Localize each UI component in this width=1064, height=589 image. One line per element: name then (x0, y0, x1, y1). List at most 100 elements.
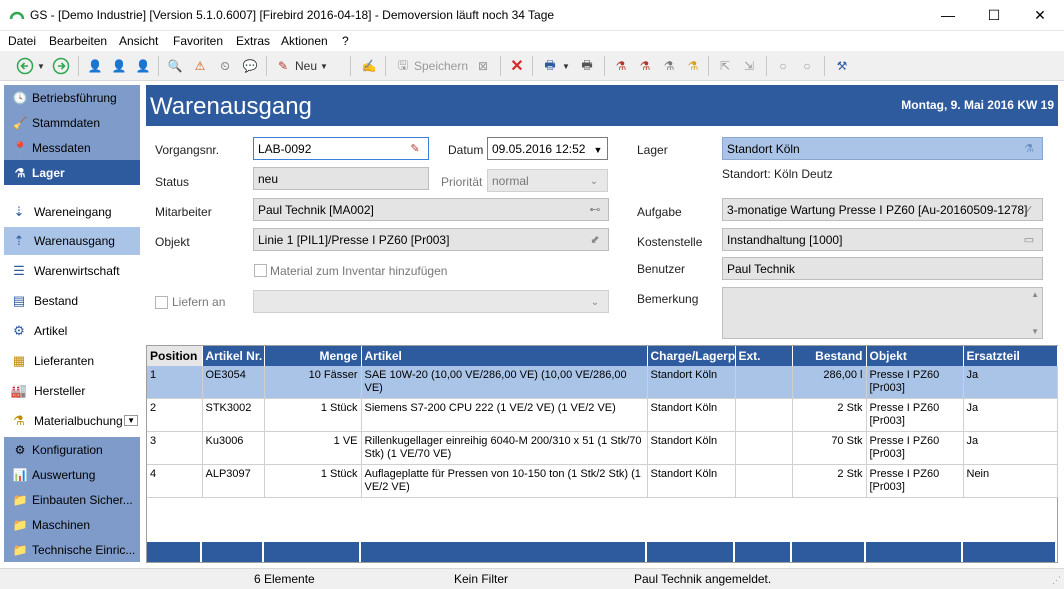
menu-extras[interactable]: Extras (236, 34, 270, 48)
chevron-down-icon[interactable]: ▼ (124, 415, 138, 426)
circle-option-icon[interactable]: ○ (796, 55, 818, 77)
circle-option-icon[interactable]: ○ (772, 55, 794, 77)
nav-group-messdaten[interactable]: 📍 Messdaten (4, 135, 140, 160)
table-row[interactable]: 4 ALP3097 1 Stück Auflageplatte für Pres… (147, 464, 1058, 498)
bemerkung-textarea[interactable]: ▲ ▼ (722, 287, 1043, 339)
column-header-objekt[interactable]: Objekt (866, 346, 964, 366)
cell-ext (735, 431, 793, 465)
nav-group-lager[interactable]: ⚗ Lager (4, 160, 140, 185)
column-header-ext[interactable]: Ext. (735, 346, 793, 366)
minimize-button[interactable]: — (925, 0, 971, 31)
column-header-menge[interactable]: Menge (264, 346, 362, 366)
liefern-select[interactable]: ⌄ (253, 290, 609, 313)
nav-group-konfiguration[interactable]: ⚙ Konfiguration (4, 437, 140, 462)
nav-group-technische-einrichtungen[interactable]: 📁 Technische Einric... (4, 537, 140, 562)
menu-bearbeiten[interactable]: Bearbeiten (49, 34, 107, 48)
24h-icon[interactable]: ⏲ (214, 55, 236, 77)
print-icon[interactable]: 🖶 (539, 55, 561, 77)
new-document-icon[interactable]: ✎ (272, 55, 294, 77)
new-dropdown-icon[interactable]: ▼ (319, 55, 329, 77)
tools-icon[interactable]: ⚒ (831, 55, 853, 77)
column-header-charge[interactable]: Charge/Lagerpl (647, 346, 736, 366)
maximize-button[interactable]: ☐ (971, 0, 1017, 31)
stock-booking-icon[interactable]: ⚗ (682, 55, 704, 77)
kostenstelle-value: Instandhaltung [1000] (727, 233, 843, 247)
sidebar-item-lieferanten[interactable]: ▦ Lieferanten (4, 347, 140, 375)
user-info-icon[interactable]: 👤 (132, 55, 154, 77)
sidebar-item-materialbuchung[interactable]: ⚗ Materialbuchung ▼ (4, 407, 140, 435)
task-lookup-icon[interactable]: ✓ (1019, 201, 1039, 218)
sidebar-item-bestand[interactable]: ▤ Bestand (4, 287, 140, 315)
link-in-icon[interactable]: ⇲ (738, 55, 760, 77)
back-icon[interactable] (14, 55, 36, 77)
stock-in-icon[interactable]: ⚗ (610, 55, 632, 77)
prioritaet-value: normal (492, 174, 529, 188)
column-header-artikel[interactable]: Artikel (361, 346, 648, 366)
sidebar-item-wareneingang[interactable]: ⇣ Wareneingang (4, 198, 140, 226)
aufgabe-field[interactable]: 3-monatige Wartung Presse I PZ60 [Au-201… (722, 198, 1043, 221)
back-dropdown-icon[interactable]: ▼ (36, 55, 46, 77)
close-button[interactable]: ✕ (1017, 0, 1063, 31)
sidebar-item-hersteller[interactable]: 🏭 Hersteller (4, 377, 140, 405)
forward-icon[interactable] (50, 55, 72, 77)
new-button[interactable]: Neu (294, 55, 318, 77)
prioritaet-select[interactable]: normal ⌄ (487, 169, 608, 192)
column-header-position[interactable]: Position (147, 346, 203, 366)
nav-group-maschinen[interactable]: 📁 Maschinen (4, 512, 140, 537)
column-header-bestand[interactable]: Bestand (792, 346, 867, 366)
menu-aktionen[interactable]: Aktionen (281, 34, 328, 48)
save-button[interactable]: Speichern (414, 55, 468, 77)
stock-out-icon[interactable]: ⚗ (634, 55, 656, 77)
nav-group-betriebsfuehrung[interactable]: 🕓 Betriebsführung (4, 85, 140, 110)
print-preview-icon[interactable]: 🖶 (576, 55, 598, 77)
table-row[interactable]: 3 Ku3006 1 VE Rillenkugellager einreihig… (147, 431, 1058, 465)
menu-ansicht[interactable]: Ansicht (119, 34, 158, 48)
search-object-icon[interactable]: 🔍 (164, 55, 186, 77)
sidebar-item-warenwirtschaft[interactable]: ☰ Warenwirtschaft (4, 257, 140, 285)
edit-list-icon[interactable]: ✍ (358, 55, 380, 77)
sidebar-item-warenausgang[interactable]: ⇡ Warenausgang (4, 227, 140, 255)
chevron-down-icon: ⌄ (589, 176, 599, 187)
resize-grip-icon[interactable]: ⋰ (1052, 575, 1061, 586)
link-out-icon[interactable]: ⇱ (714, 55, 736, 77)
save-close-icon[interactable]: ⊠ (472, 55, 494, 77)
user-key-icon[interactable]: 👤 (84, 55, 106, 77)
table-row[interactable]: 1 OE3054 10 Fässer SAE 10W-20 (10,00 VE/… (147, 366, 1058, 399)
person-lookup-icon[interactable]: ⊷ (585, 201, 605, 218)
scroll-up-icon[interactable]: ▲ (1031, 290, 1039, 299)
sidebar-item-artikel[interactable]: ⚙ Artikel (4, 317, 140, 345)
calendar-dropdown-icon[interactable]: ▼ (591, 141, 605, 158)
status-bar: 6 Elemente Kein Filter Paul Technik ange… (0, 568, 1064, 589)
cost-center-lookup-icon[interactable]: ▭ (1019, 231, 1039, 248)
alert-icon[interactable]: ⚠ (189, 55, 211, 77)
table-row[interactable]: 2 STK3002 1 Stück Siemens S7-200 CPU 222… (147, 398, 1058, 432)
warehouse-lookup-icon[interactable]: ⚗ (1019, 140, 1039, 157)
column-header-ersatzteil[interactable]: Ersatzteil (963, 346, 1058, 366)
toolbar-separator (708, 56, 709, 76)
user-remove-icon[interactable]: 👤 (108, 55, 130, 77)
menu-favoriten[interactable]: Favoriten (173, 34, 223, 48)
message-icon[interactable]: 💬 (239, 55, 261, 77)
delete-icon[interactable]: ✕ (506, 55, 528, 77)
liefern-checkbox[interactable] (155, 296, 168, 309)
lager-field[interactable]: Standort Köln ⚗ (722, 137, 1043, 160)
stock-transfer-icon[interactable]: ⚗ (658, 55, 680, 77)
objekt-field[interactable]: Linie 1 [PIL1]/Presse I PZ60 [Pr003] ⬋ (253, 228, 609, 251)
menu-datei[interactable]: Datei (8, 34, 36, 48)
mitarbeiter-field[interactable]: Paul Technik [MA002] ⊷ (253, 198, 609, 221)
datum-field[interactable]: 09.05.2016 12:52 ▼ (487, 137, 608, 160)
material-checkbox[interactable] (254, 264, 267, 277)
nav-group-auswertung[interactable]: 📊 Auswertung (4, 462, 140, 487)
vorgangsnr-field[interactable]: LAB-0092 ✎ (253, 137, 429, 160)
object-lookup-icon[interactable]: ⬋ (585, 231, 605, 248)
status-count: 6 Elemente (254, 572, 315, 586)
lookup-icon[interactable]: ✎ (405, 140, 425, 157)
nav-group-einbauten[interactable]: 📁 Einbauten Sicher... (4, 487, 140, 512)
menu-help[interactable]: ? (342, 34, 349, 48)
kostenstelle-field[interactable]: Instandhaltung [1000] ▭ (722, 228, 1043, 251)
nav-group-stammdaten[interactable]: 🧹 Stammdaten (4, 110, 140, 135)
scroll-down-icon[interactable]: ▼ (1031, 327, 1039, 336)
save-icon[interactable]: 🖫 (392, 55, 414, 77)
print-dropdown-icon[interactable]: ▼ (561, 55, 571, 77)
column-header-artikel-nr[interactable]: Artikel Nr. (202, 346, 265, 366)
